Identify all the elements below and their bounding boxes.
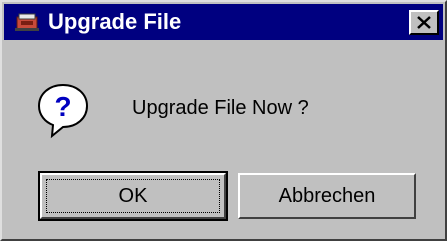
message-text: Upgrade File Now ? (132, 97, 309, 119)
upgrade-file-dialog: Upgrade File ? Upgrade File Now ? OK Abb… (0, 0, 447, 241)
title-bar[interactable]: Upgrade File (4, 4, 443, 40)
question-icon: ? (37, 83, 89, 139)
window-title: Upgrade File (48, 9, 182, 34)
close-icon (417, 16, 431, 29)
upgrade-app-icon (15, 13, 39, 31)
close-button[interactable] (409, 10, 439, 35)
cancel-button-label: Abbrechen (278, 184, 376, 207)
ok-button[interactable]: OK (38, 171, 228, 221)
cancel-button[interactable]: Abbrechen (238, 173, 416, 219)
ok-button-label: OK (118, 184, 148, 207)
svg-text:?: ? (54, 91, 71, 122)
